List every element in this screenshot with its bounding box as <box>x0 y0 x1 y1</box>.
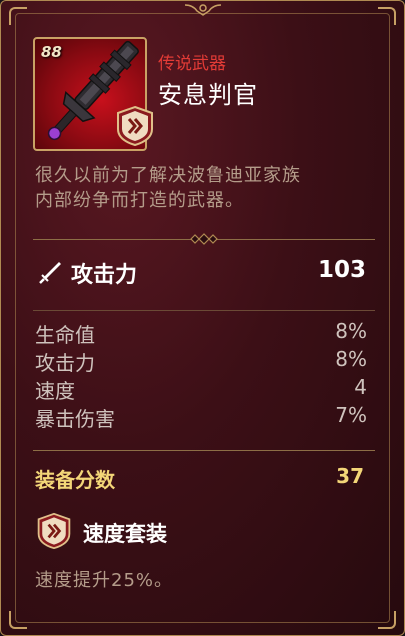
speed-set-badge-icon[interactable] <box>114 105 156 147</box>
sub-stat-value: 8% <box>335 319 367 343</box>
item-description-line: 很久以前为了解决波鲁迪亚家族 <box>35 165 301 186</box>
sub-stat-label: 攻击力 <box>35 351 95 375</box>
gear-score-label: 装备分数 <box>35 468 115 492</box>
sub-stat-row: 暴击伤害 7% <box>35 403 367 431</box>
frame-corner-ornament <box>9 611 27 629</box>
sub-stat-value: 4 <box>354 375 367 399</box>
sub-stat-value: 8% <box>335 347 367 371</box>
frame-corner-ornament <box>9 7 27 25</box>
speed-set-icon[interactable] <box>35 512 73 550</box>
sub-stat-label: 生命值 <box>35 323 95 347</box>
sub-stat-row: 攻击力 8% <box>35 347 367 375</box>
frame-corner-ornament <box>378 7 396 25</box>
item-tooltip-card: 88 传说武器 安息判官 很久以前为了解决波鲁迪亚家族 内部纷争而打造的武器。 … <box>0 0 405 636</box>
item-rarity: 传说武器 <box>158 54 226 74</box>
gear-score-value: 37 <box>336 464 364 488</box>
section-divider <box>33 310 375 311</box>
sub-stat-value: 7% <box>335 403 367 427</box>
divider-diamond-ornament <box>190 233 218 245</box>
sub-stat-row: 生命值 8% <box>35 319 367 347</box>
item-level: 88 <box>41 43 62 61</box>
sub-stat-row: 速度 4 <box>35 375 367 403</box>
sub-stat-label: 暴击伤害 <box>35 407 115 431</box>
item-description: 很久以前为了解决波鲁迪亚家族 内部纷争而打造的武器。 <box>35 163 375 213</box>
attack-sword-icon <box>39 262 61 284</box>
frame-corner-ornament <box>378 611 396 629</box>
section-divider <box>33 450 375 451</box>
main-stat-label: 攻击力 <box>71 263 138 288</box>
item-name: 安息判官 <box>158 81 258 109</box>
main-stat-value: 103 <box>317 257 366 283</box>
sub-stat-label: 速度 <box>35 379 75 403</box>
top-crest-ornament <box>184 4 222 16</box>
item-description-line: 内部纷争而打造的武器。 <box>35 190 244 211</box>
set-name: 速度套装 <box>83 522 167 546</box>
set-description: 速度提升25%。 <box>35 570 174 591</box>
